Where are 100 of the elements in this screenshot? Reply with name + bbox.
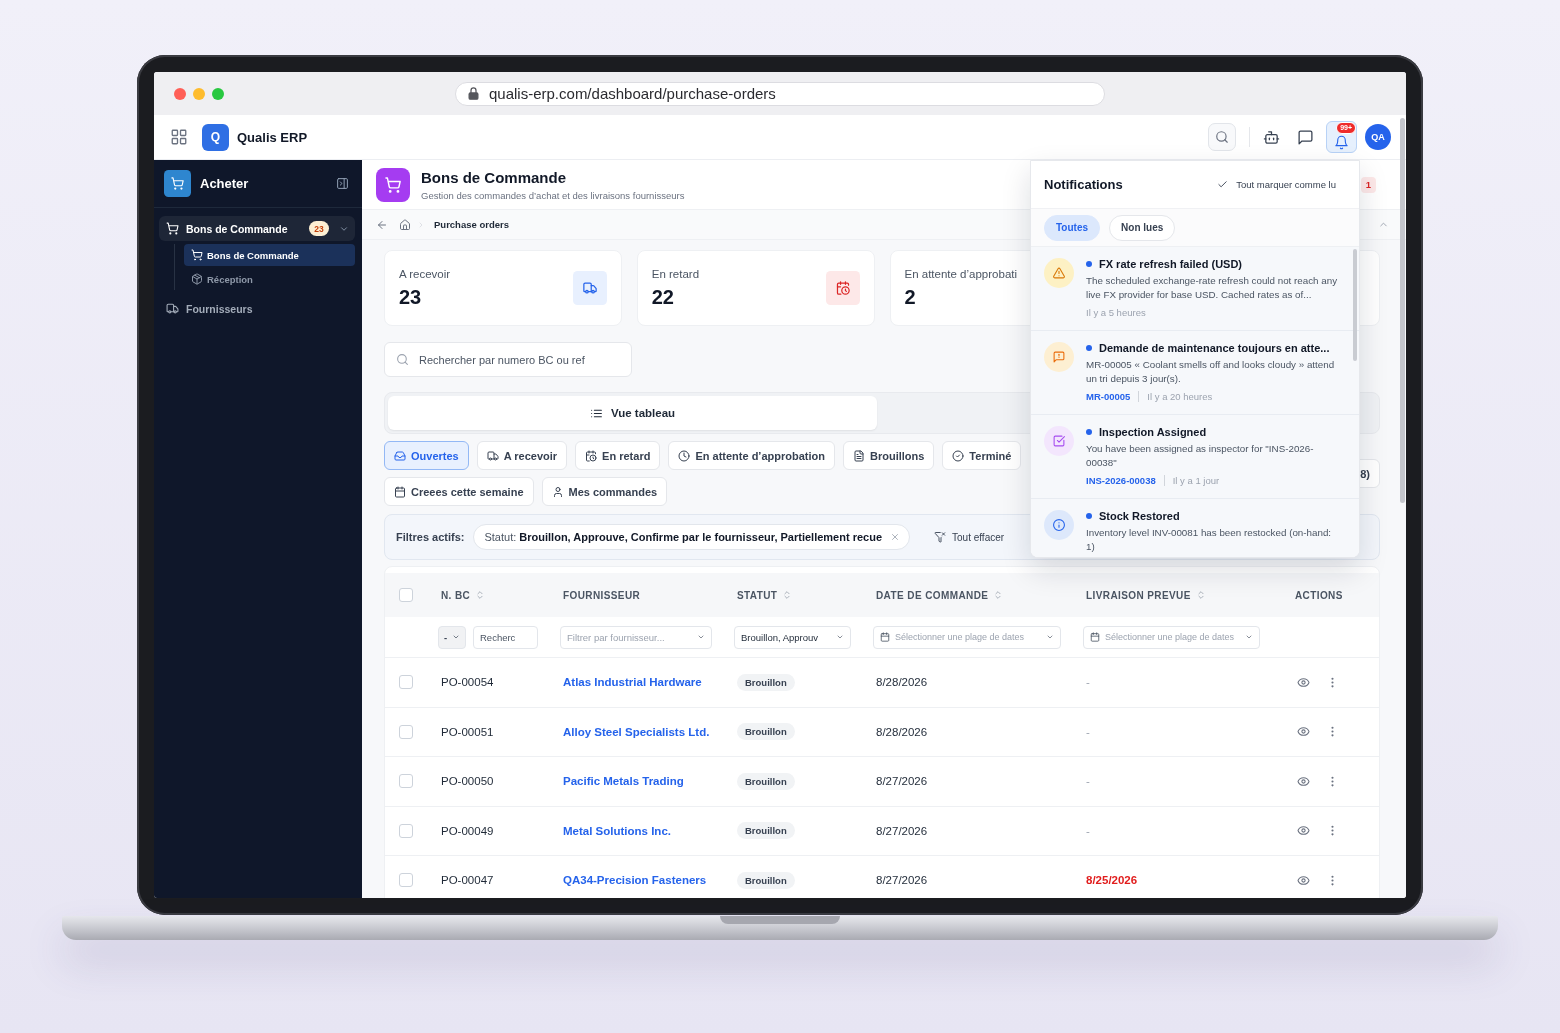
chevron-right-icon xyxy=(417,220,425,229)
nav-item[interactable]: Bons de Commande 23 xyxy=(159,216,355,241)
status-badge: Brouillon xyxy=(737,822,795,840)
supplier-link[interactable]: Alloy Steel Specialists Ltd. xyxy=(563,725,710,738)
stat-value: 23 xyxy=(399,285,423,309)
notification-link[interactable]: MR-00005 xyxy=(1086,391,1131,402)
calendar-icon xyxy=(1090,632,1100,642)
supplier-link[interactable]: Metal Solutions Inc. xyxy=(563,824,671,837)
po-number: PO-00050 xyxy=(441,775,494,788)
notification-body: You have been assigned as inspector for "INS-2026-00038" xyxy=(1086,442,1315,470)
notification-body: MR-00005 « Coolant smells off and looks cloudy » attend un tri depuis 3 jour(s). xyxy=(1086,358,1336,386)
notification-title: Demande de maintenance toujours en atte... xyxy=(1099,342,1330,354)
filter-tab[interactable]: Brouillons xyxy=(842,441,935,470)
filter-tab[interactable]: Ouvertes xyxy=(384,441,469,470)
filter-tab[interactable]: A recevoir xyxy=(476,441,568,470)
filter-pill[interactable]: Non lues xyxy=(1109,214,1176,241)
column-header: STATUT xyxy=(737,589,778,601)
sort-icon[interactable] xyxy=(1195,590,1206,600)
stat-value: 2 xyxy=(904,285,917,309)
stat-label: A recevoir xyxy=(399,267,451,280)
notification-body: The scheduled exchange-rate refresh could not reach any live FX provider for base USD. Cached rates as of... xyxy=(1086,274,1339,302)
nav-subitem[interactable]: Bons de Commande xyxy=(184,244,355,266)
filters-label: Filtres actifs: xyxy=(396,531,465,543)
delivery-date: - xyxy=(1086,775,1090,788)
mark-all-read-button[interactable]: Tout marquer comme lu xyxy=(1217,179,1336,190)
window-maximize-icon[interactable] xyxy=(212,87,224,100)
checkbox-icon xyxy=(1044,426,1074,456)
scrollbar-thumb[interactable] xyxy=(1400,118,1405,503)
count-badge: 1 xyxy=(1361,176,1376,193)
scrollbar-thumb[interactable] xyxy=(1353,249,1357,361)
view-tab[interactable]: Vue tableau xyxy=(388,396,877,430)
search-button[interactable] xyxy=(1208,123,1236,151)
nav-item[interactable]: Fournisseurs xyxy=(159,296,355,321)
window-close-icon[interactable] xyxy=(174,87,186,100)
sidebar-collapse-icon[interactable] xyxy=(336,177,349,190)
sort-icon[interactable] xyxy=(475,590,486,600)
nav-subitem[interactable]: Réception xyxy=(184,268,355,290)
sidebar-title: Acheter xyxy=(200,176,249,191)
app-logo[interactable]: Q xyxy=(202,123,229,151)
order-date: 8/27/2026 xyxy=(876,824,928,837)
filter-select[interactable]: Brouillon, Approuv xyxy=(734,625,851,649)
row-checkbox[interactable] xyxy=(399,873,413,888)
search-input[interactable]: Recherc xyxy=(473,625,538,649)
delivery-date: 8/25/2026 xyxy=(1086,874,1138,887)
notification-title: Stock Restored xyxy=(1099,510,1180,522)
row-checkbox[interactable] xyxy=(399,823,413,838)
row-checkbox[interactable] xyxy=(399,675,413,690)
operator-select[interactable]: - xyxy=(438,625,466,649)
filter-tab[interactable]: En retard xyxy=(575,441,661,470)
status-badge: Brouillon xyxy=(737,871,795,889)
column-header: DATE DE COMMANDE xyxy=(876,589,989,601)
calendar-clock-icon xyxy=(825,271,860,305)
filter-tab[interactable]: Terminé xyxy=(942,441,1022,470)
clear-filters-button[interactable]: Tout effacer xyxy=(934,531,1005,543)
filter-tab[interactable]: En attente d’approbation xyxy=(668,441,835,470)
row-checkbox[interactable] xyxy=(399,774,413,789)
chevron-down-icon xyxy=(836,633,844,641)
notification-title: FX rate refresh failed (USD) xyxy=(1099,258,1243,270)
robot-icon[interactable] xyxy=(1263,128,1280,146)
chat-icon[interactable] xyxy=(1297,128,1314,146)
stat-label: En retard xyxy=(651,267,700,280)
filter-tab[interactable]: Creees cette semaine xyxy=(384,477,534,506)
row-checkbox[interactable] xyxy=(399,724,413,739)
supplier-link[interactable]: Atlas Industrial Hardware xyxy=(563,676,702,689)
sort-icon[interactable] xyxy=(782,590,793,600)
page-title: Bons de Commande xyxy=(421,168,568,186)
user-avatar[interactable]: QA xyxy=(1365,124,1391,150)
sort-icon[interactable] xyxy=(993,590,1004,600)
supplier-link[interactable]: QA34-Precision Fasteners xyxy=(563,874,707,887)
order-date: 8/28/2026 xyxy=(876,676,928,689)
po-number: PO-00054 xyxy=(441,676,494,689)
close-icon[interactable] xyxy=(890,532,900,542)
stat-label: En attente d’approbati xyxy=(904,267,1018,280)
search-field[interactable]: Rechercher par numero BC ou ref xyxy=(384,342,632,377)
filter-chip[interactable]: Statut: Brouillon, Approuve, Confirme par le fournisseur, Partiellement recue xyxy=(473,524,910,550)
chevron-down-icon xyxy=(1245,633,1253,641)
po-number: PO-00049 xyxy=(441,824,494,837)
cart-icon xyxy=(164,170,191,197)
address-bar[interactable]: qualis-erp.com/dashboard/purchase-orders xyxy=(455,81,1105,106)
app-name: Qualis ERP xyxy=(237,129,308,145)
truck-icon xyxy=(486,449,499,462)
window-minimize-icon[interactable] xyxy=(193,87,205,100)
chevron-down-icon xyxy=(1046,633,1054,641)
eye-icon[interactable] xyxy=(1297,824,1310,838)
inbox-icon xyxy=(394,449,406,462)
calendar-icon xyxy=(880,632,890,642)
select-all-checkbox[interactable] xyxy=(399,588,413,602)
column-header: ACTIONS xyxy=(1295,589,1343,601)
eye-icon[interactable] xyxy=(1297,774,1310,788)
back-arrow-icon[interactable] xyxy=(376,218,388,231)
eye-icon[interactable] xyxy=(1297,725,1310,739)
notification-link[interactable]: INS-2026-00038 xyxy=(1086,475,1156,486)
eye-icon[interactable] xyxy=(1297,675,1310,689)
eye-icon[interactable] xyxy=(1297,873,1310,887)
supplier-link[interactable]: Pacific Metals Trading xyxy=(563,775,684,788)
po-number: PO-00051 xyxy=(441,725,494,738)
home-icon[interactable] xyxy=(399,218,411,231)
filter-pill[interactable]: Toutes xyxy=(1044,214,1101,241)
filter-tab[interactable]: Mes commandes xyxy=(541,477,668,506)
apps-grid-icon[interactable] xyxy=(170,128,188,146)
